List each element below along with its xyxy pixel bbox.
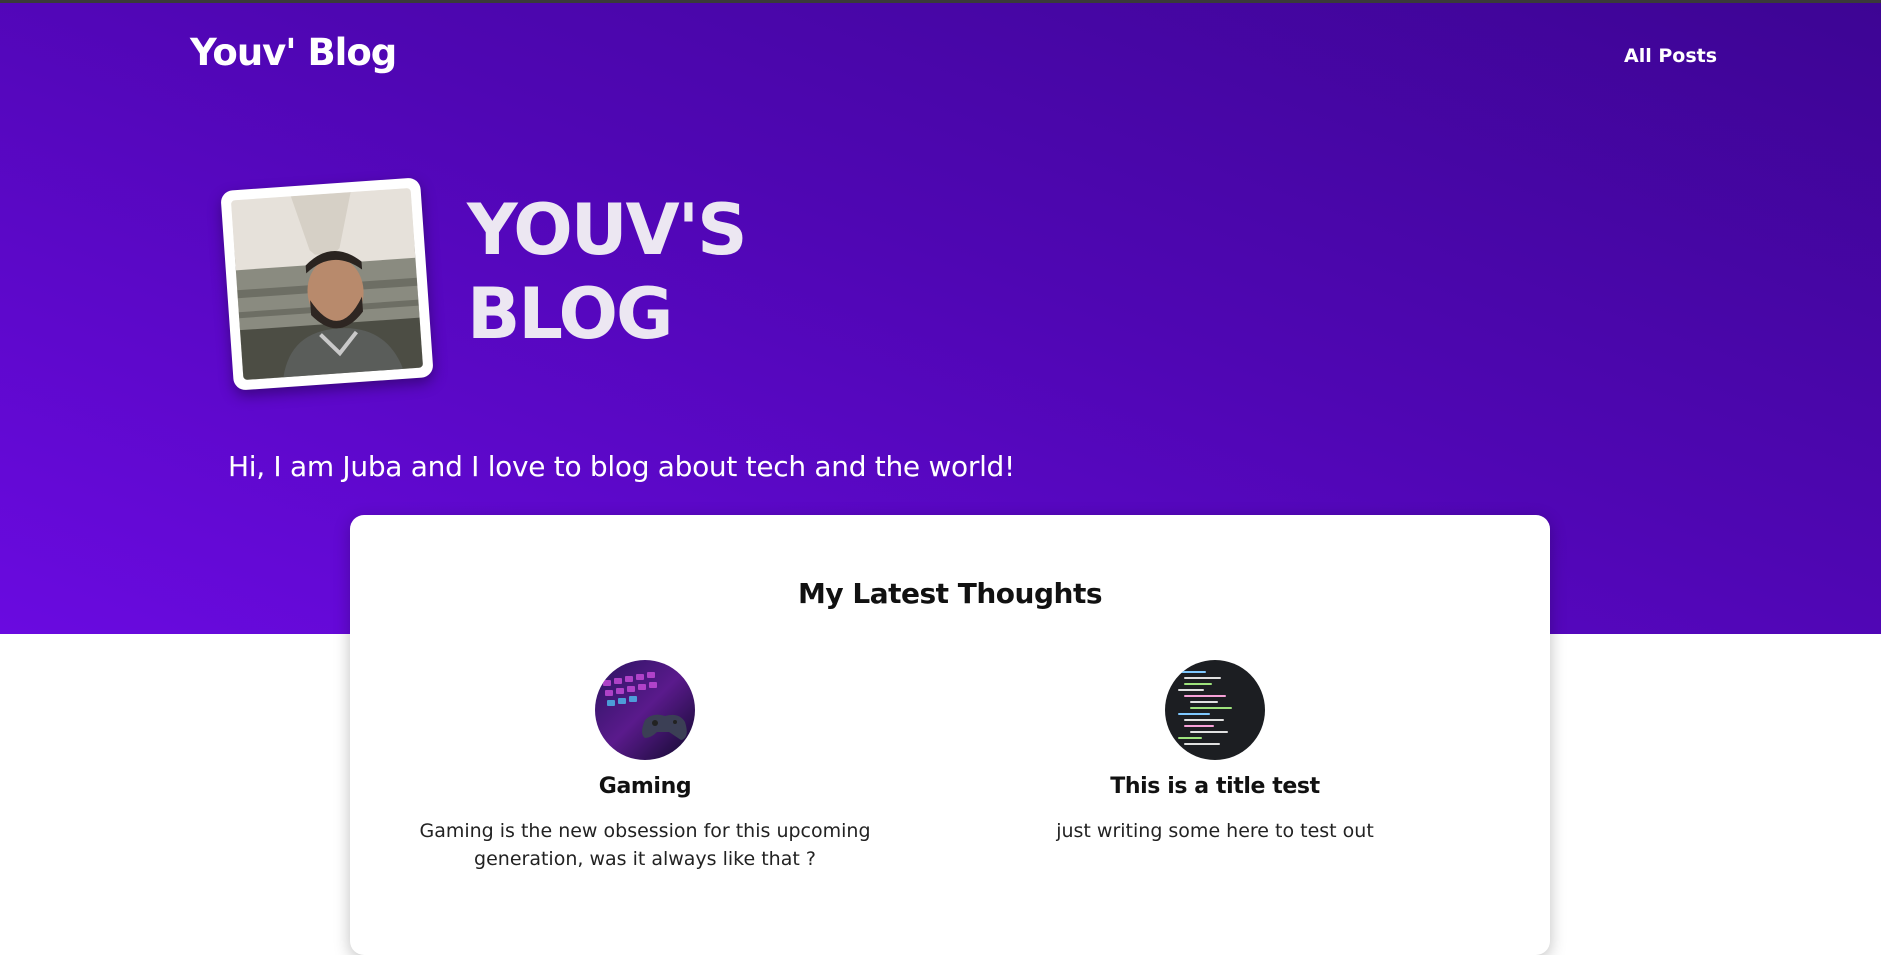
post-item-title-test[interactable]: This is a title test just writing some h… xyxy=(980,660,1450,845)
nav-all-posts-link[interactable]: All Posts xyxy=(1624,45,1717,67)
hero-title: YOUV'S BLOG xyxy=(467,188,748,356)
post-thumbnail-code[interactable] xyxy=(1165,660,1265,760)
post-title-gaming[interactable]: Gaming xyxy=(410,774,880,799)
latest-posts-card: My Latest Thoughts Gaming Gaming is the … xyxy=(350,515,1550,955)
hero-title-line-2: BLOG xyxy=(467,273,673,355)
hero-tagline: Hi, I am Juba and I love to blog about t… xyxy=(228,450,1015,483)
site-brand-link[interactable]: Youv' Blog xyxy=(190,31,397,74)
latest-posts-heading: My Latest Thoughts xyxy=(797,577,1103,610)
post-excerpt-gaming: Gaming is the new obsession for this upc… xyxy=(419,820,871,870)
hero-title-line-1: YOUV'S xyxy=(467,189,748,271)
post-title-title-test[interactable]: This is a title test xyxy=(980,774,1450,799)
profile-photo-frame xyxy=(220,177,434,391)
post-item-gaming[interactable]: Gaming Gaming is the new obsession for t… xyxy=(410,660,880,873)
profile-photo xyxy=(230,187,424,381)
post-thumbnail-gaming[interactable] xyxy=(595,660,695,760)
post-excerpt-title-test: just writing some here to test out xyxy=(1056,820,1374,842)
